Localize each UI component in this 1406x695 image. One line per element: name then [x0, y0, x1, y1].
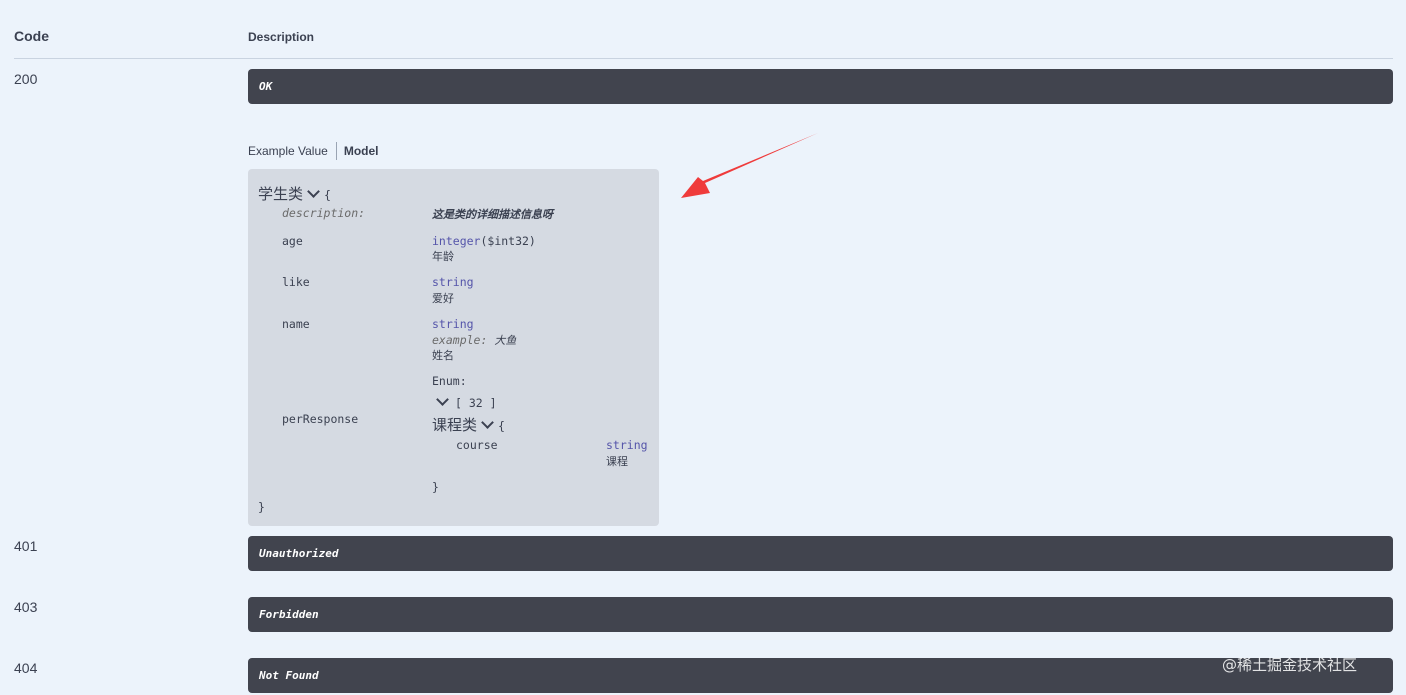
- response-code-403: 403: [14, 599, 38, 615]
- response-code-401: 401: [14, 538, 38, 554]
- responses-page: Code Description 200 OK Example Value Mo…: [0, 0, 1406, 695]
- arrow-shape: [681, 133, 818, 198]
- response-description-unauthorized: Unauthorized: [248, 536, 1393, 571]
- response-description-forbidden: Forbidden: [248, 597, 1393, 632]
- red-arrow-annotation: [681, 133, 818, 198]
- response-code-404: 404: [14, 660, 38, 676]
- watermark: @稀土掘金技术社区: [1222, 656, 1358, 674]
